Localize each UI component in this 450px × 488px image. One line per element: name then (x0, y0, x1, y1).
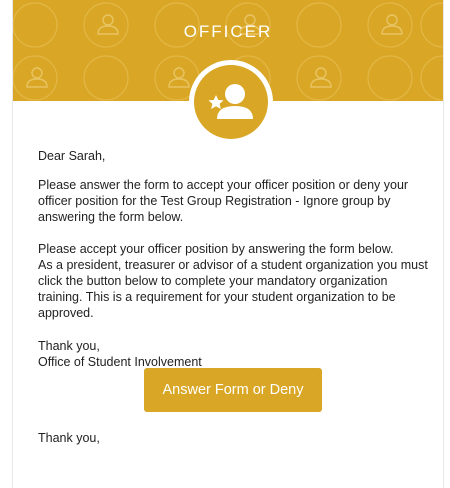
officer-avatar (189, 60, 273, 144)
paragraph-instructions: Please accept your officer position by a… (38, 241, 433, 321)
officer-star-person-icon (194, 65, 268, 139)
instructions-line2: As a president, treasurer or advisor of … (38, 258, 428, 320)
thanks-text: Thank you, (38, 339, 100, 353)
instructions-line1: Please accept your officer position by a… (38, 242, 394, 256)
email-card: OFFICER Dear Sarah, Please answer the fo… (12, 0, 444, 488)
banner-title: OFFICER (183, 22, 273, 41)
answer-form-button[interactable]: Answer Form or Deny (144, 368, 322, 412)
closing-text: Thank you, (38, 431, 100, 445)
paragraph-intro: Please answer the form to accept your of… (38, 178, 409, 224)
greeting: Dear Sarah, (38, 149, 106, 163)
